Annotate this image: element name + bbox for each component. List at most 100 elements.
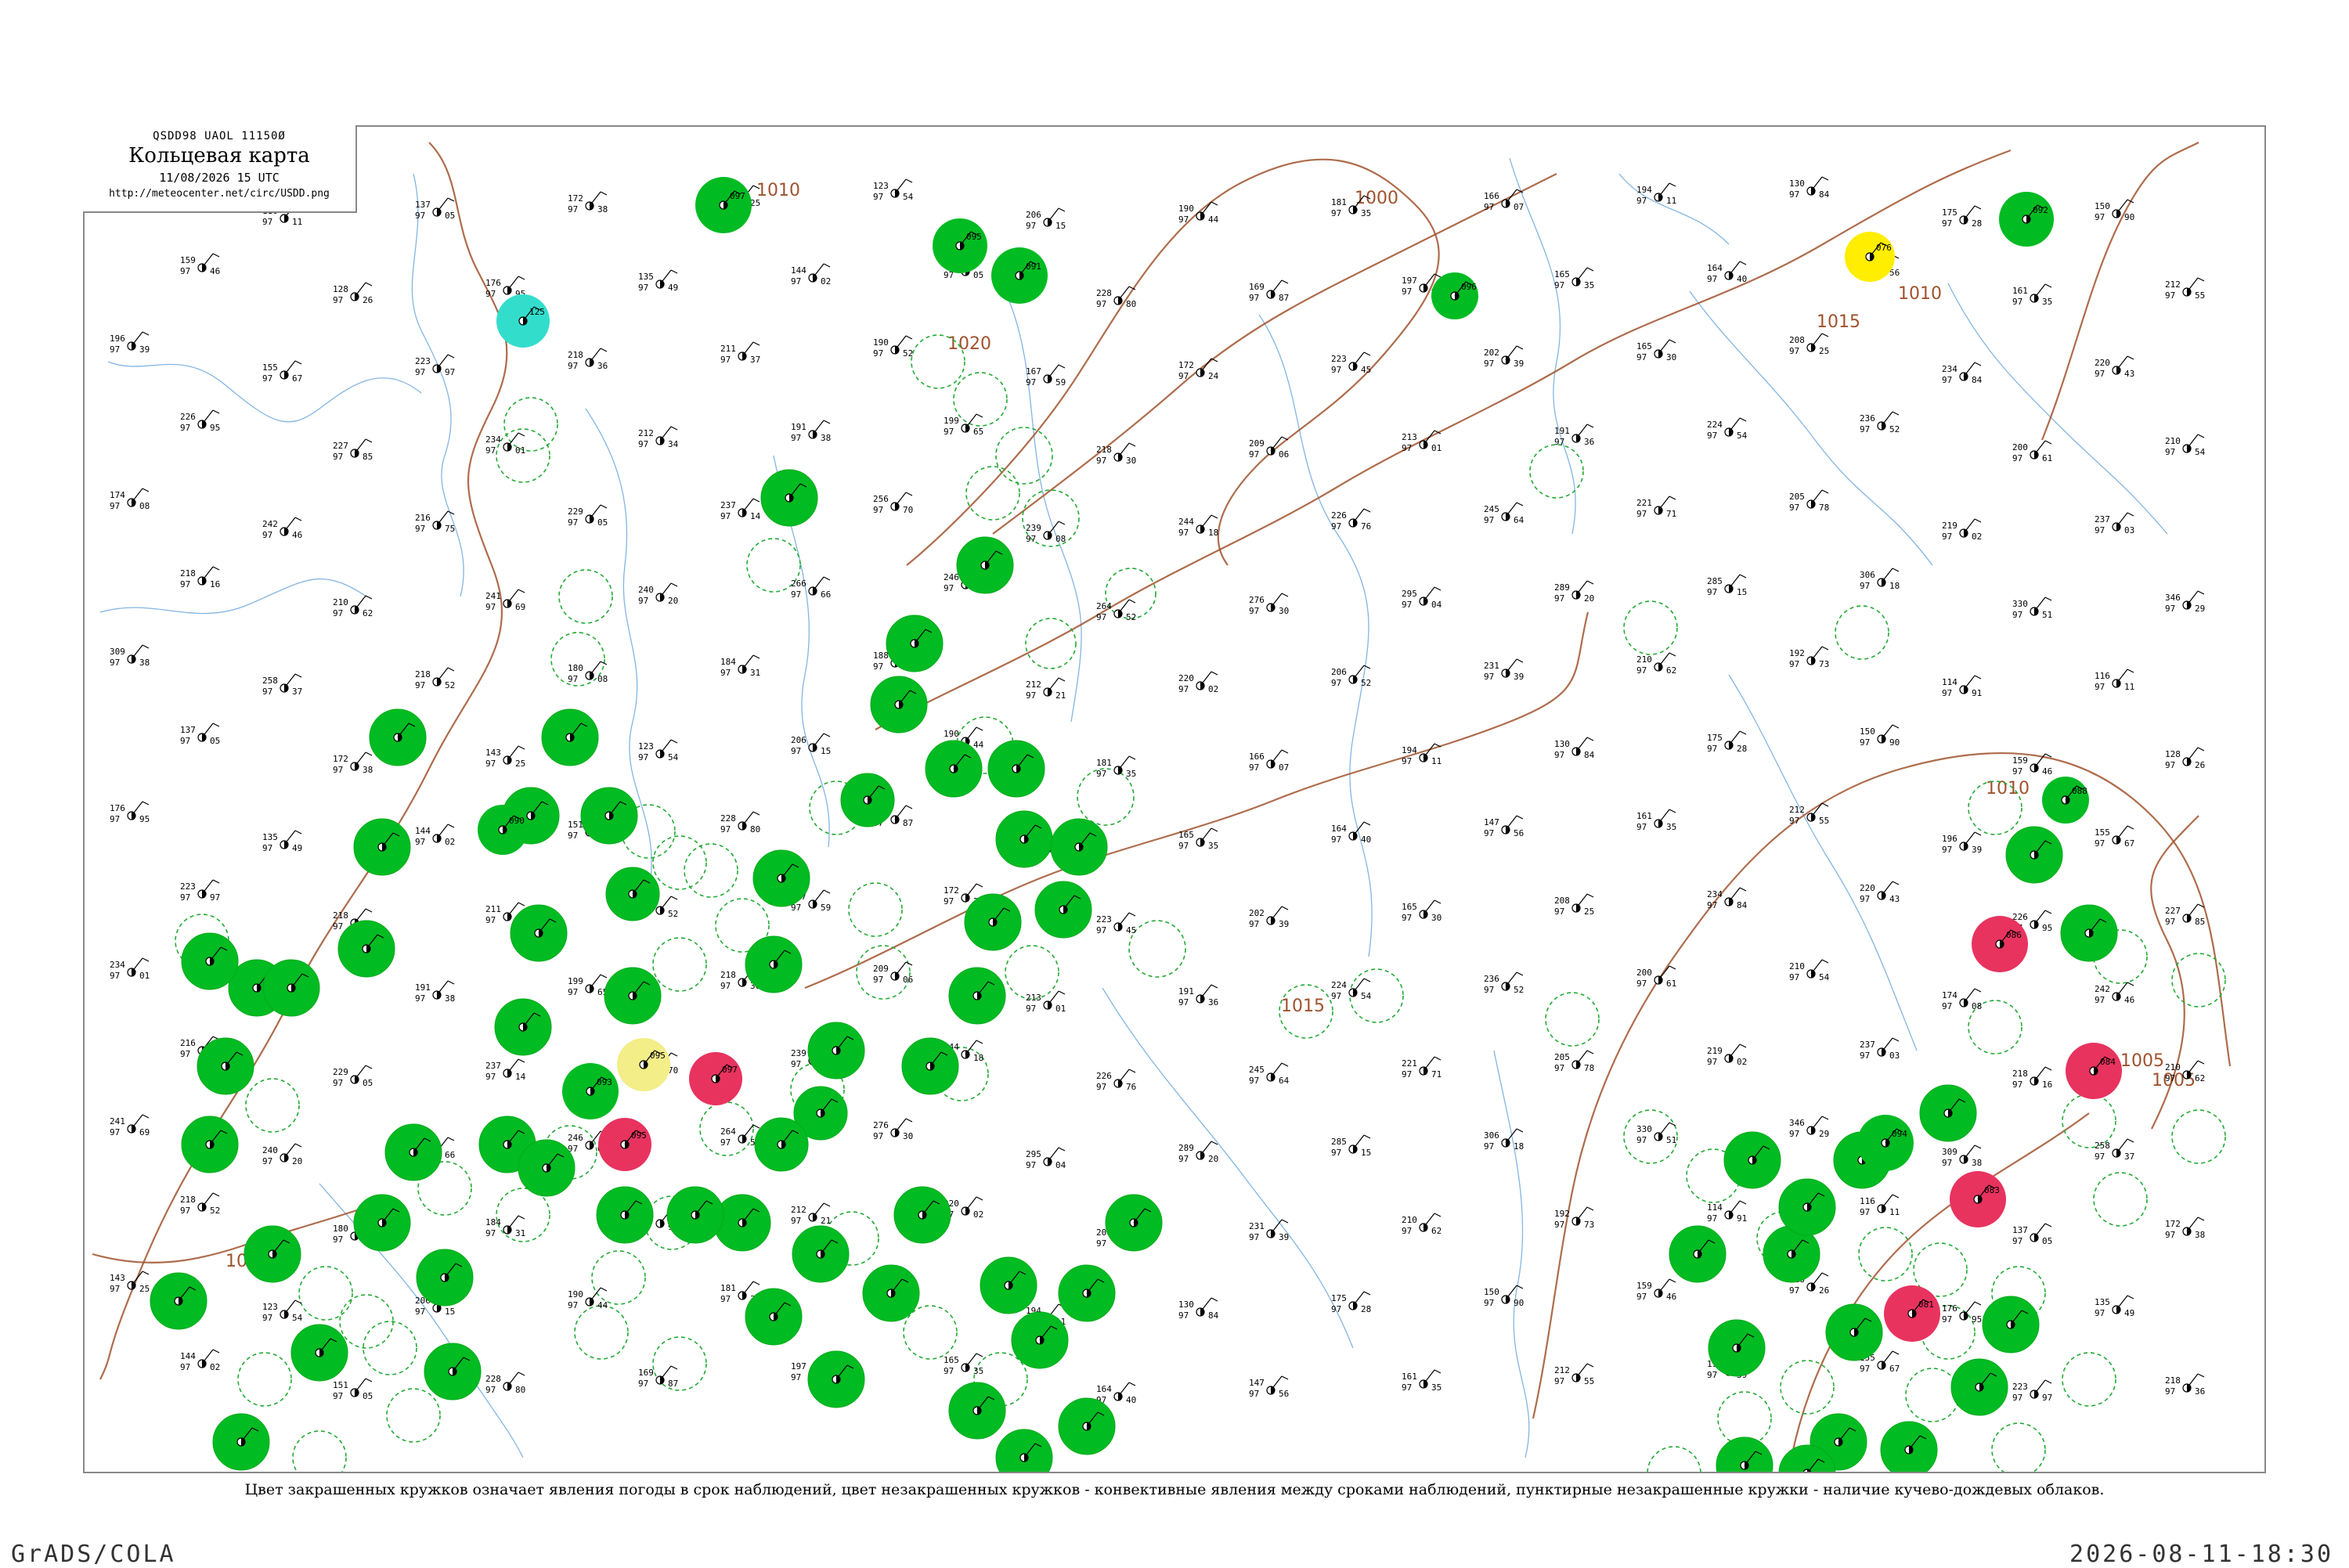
cumulonimbus-dashed-circle	[503, 397, 558, 452]
station-pressure: 174	[110, 490, 125, 500]
station-dewpoint: 01	[1431, 443, 1442, 453]
station-pressure: 289	[1554, 582, 1570, 593]
station-dewpoint: 02	[1737, 1057, 1747, 1067]
station-temperature: 97	[1026, 377, 1036, 387]
station-pressure: 220	[1860, 883, 1875, 893]
station-dewpoint: 70	[903, 505, 913, 515]
station-pressure: 184	[485, 1217, 501, 1227]
station-pressure: 206	[1331, 667, 1347, 677]
station-pressure: 165	[1178, 830, 1194, 840]
station-pressure: 226	[1331, 510, 1347, 521]
station-dewpoint: 05	[445, 211, 455, 221]
cumulonimbus-dashed-circle	[2062, 1094, 2116, 1148]
station-temperature: 97	[2012, 1393, 2022, 1403]
station-dewpoint: 65	[973, 427, 983, 437]
station-temperature: 97	[333, 1078, 343, 1088]
station-temperature: 97	[1331, 1304, 1341, 1314]
station-temperature: 97	[791, 746, 801, 756]
station-temperature: 97	[1331, 365, 1341, 375]
station-plot: 17297 24	[1178, 358, 1219, 381]
station-plot: 16797 59	[1026, 364, 1066, 387]
station-temperature: 97	[1789, 189, 1799, 200]
station-dewpoint: 11	[1666, 196, 1676, 206]
station-temperature: 97	[2095, 212, 2105, 222]
station-dewpoint: 69	[139, 1127, 150, 1137]
station-pressure: 239	[791, 1048, 806, 1058]
station-temperature: 97	[485, 289, 496, 299]
station-dewpoint: 54	[1737, 431, 1748, 441]
station-pressure: 166	[1484, 191, 1499, 201]
station-dewpoint: 55	[1584, 1376, 1594, 1386]
station-code: 076	[1876, 243, 1892, 253]
isobar-line	[992, 173, 1557, 535]
station-dewpoint: 54	[903, 192, 914, 202]
isobar-label: 1015	[1817, 312, 1860, 332]
station-temperature: 97	[638, 283, 648, 293]
station-pressure: 130	[1789, 178, 1805, 189]
station-pressure: 130	[1554, 739, 1570, 749]
station-plot: 21997 02	[1942, 518, 1982, 542]
station-plot: 17497 08	[1942, 988, 1982, 1011]
station-pressure: 223	[1331, 354, 1347, 364]
present-weather-circle: 076	[1845, 232, 1895, 282]
station-dewpoint: 46	[210, 266, 220, 276]
station-temperature: 97	[1860, 1207, 1870, 1217]
station-pressure: 205	[1554, 1052, 1570, 1062]
station-dewpoint: 59	[1055, 377, 1066, 387]
station-code: 094	[1892, 1129, 1907, 1139]
station-code: 093	[597, 1077, 612, 1087]
station-plot: 21197 37	[720, 341, 760, 365]
station-pressure: 218	[180, 1195, 196, 1205]
station-dewpoint: 52	[668, 909, 678, 919]
station-dewpoint: 36	[1584, 437, 1594, 447]
station-dewpoint: 46	[2124, 995, 2134, 1005]
station-temperature: 97	[1636, 979, 1647, 989]
station-pressure: 228	[720, 813, 736, 824]
station-pressure: 181	[720, 1283, 736, 1293]
station-dewpoint: 11	[1889, 1207, 1900, 1217]
station-dewpoint: 52	[445, 680, 455, 690]
station-temperature: 97	[1026, 1160, 1036, 1170]
station-plot: 22397 97	[2012, 1379, 2052, 1403]
station-dewpoint: 38	[363, 765, 373, 775]
station-plot: 21297 21	[1026, 677, 1066, 701]
station-code: 088	[2072, 786, 2087, 796]
station-temperature: 97	[873, 661, 883, 672]
station-dewpoint: 30	[903, 1131, 913, 1141]
station-pressure: 245	[1484, 504, 1499, 514]
station-temperature: 97	[1249, 919, 1259, 929]
station-plot: 16997 87	[1249, 279, 1289, 303]
station-pressure: 229	[568, 506, 583, 517]
station-pressure: 137	[415, 200, 431, 210]
station-pressure: 205	[1789, 492, 1805, 502]
station-temperature: 97	[1789, 659, 1799, 669]
station-temperature: 97	[568, 204, 578, 214]
isobar-line	[1532, 752, 2232, 1419]
isobar-label: 1010	[1898, 284, 1942, 304]
station-temperature: 97	[1789, 346, 1799, 356]
cumulonimbus-dashed-circle	[652, 937, 707, 992]
station-dewpoint: 39	[1279, 1232, 1289, 1242]
station-plot: 13797 05	[415, 197, 455, 221]
station-dewpoint: 67	[2124, 838, 2134, 849]
station-temperature: 97	[1026, 221, 1036, 231]
station-plot: 23197 39	[1249, 1219, 1289, 1242]
station-pressure: 150	[1484, 1287, 1499, 1297]
station-dewpoint: 06	[1279, 449, 1289, 460]
station-pressure: 172	[333, 754, 348, 764]
station-dewpoint: 85	[363, 452, 373, 462]
station-temperature: 97	[873, 975, 883, 985]
station-plot: 22897 80	[720, 811, 760, 834]
station-pressure: 241	[110, 1116, 125, 1126]
station-plot: 26497 52	[1096, 599, 1136, 622]
station-plot: 18497 31	[720, 654, 760, 678]
station-dewpoint: 61	[1666, 979, 1676, 989]
station-dewpoint: 05	[973, 270, 983, 280]
station-plot: 16197 35	[1402, 1369, 1442, 1393]
station-plot: 14797 56	[1249, 1375, 1289, 1399]
station-temperature: 97	[180, 1362, 190, 1372]
station-dewpoint: 15	[1055, 221, 1066, 231]
station-dewpoint: 52	[210, 1206, 220, 1216]
station-dewpoint: 28	[1972, 218, 1982, 229]
station-temperature: 97	[1554, 907, 1564, 917]
